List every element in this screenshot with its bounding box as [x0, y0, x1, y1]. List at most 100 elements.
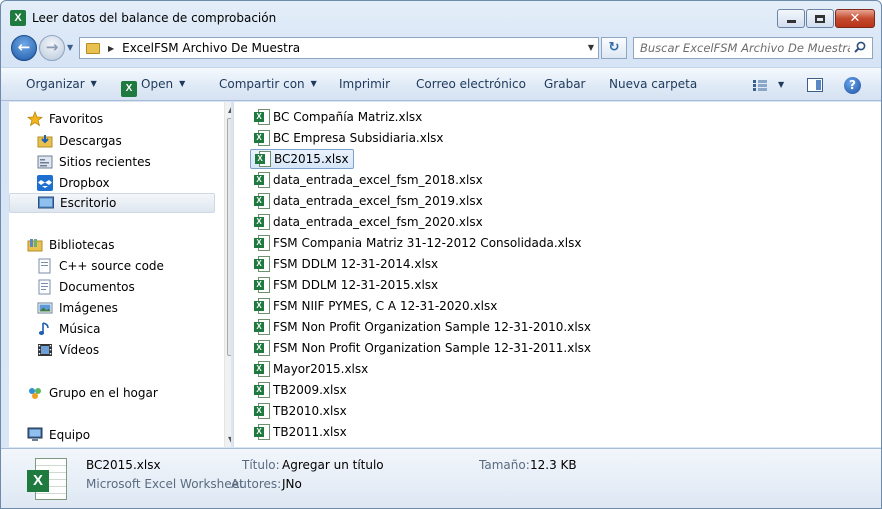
nav-documents[interactable]: Documentos — [37, 277, 231, 297]
details-size-value: 12.3 KB — [530, 458, 577, 472]
share-with-button[interactable]: Compartir con ▼ — [219, 77, 317, 91]
view-options-dropdown-icon[interactable]: ▼ — [778, 80, 784, 89]
nav-images[interactable]: Imágenes — [37, 298, 231, 318]
address-bar[interactable]: ▶ ExcelFSM Archivo De Muestra ▼ — [79, 37, 599, 59]
excel-file-icon: X — [254, 256, 270, 272]
file-name: BC Compañía Matriz.xlsx — [273, 110, 423, 124]
excel-file-icon: X — [254, 130, 270, 146]
nav-recent-places[interactable]: Sitios recientes — [37, 152, 231, 172]
file-item[interactable]: Xdata_entrada_excel_fsm_2018.xlsx — [250, 170, 487, 190]
file-item[interactable]: X Mayor2015.xlsx — [250, 359, 372, 379]
search-icon[interactable] — [854, 41, 866, 53]
refresh-button[interactable]: ↻ — [601, 37, 627, 59]
file-item[interactable]: X FSM Compania Matriz 31-12-2012 Consolid… — [250, 233, 585, 253]
file-item[interactable]: X FSM DDLM 12-31-2015.xlsx — [250, 275, 442, 295]
nav-label: Bibliotecas — [49, 238, 115, 252]
details-authors-label: Autores: — [231, 477, 282, 491]
details-file-name: BC2015.xlsx — [86, 458, 161, 472]
print-button[interactable]: Imprimir — [339, 77, 390, 91]
file-item[interactable]: X BC Empresa Subsidiaria.xlsx — [250, 128, 448, 148]
file-item[interactable]: X FSM DDLM 12-31-2014.xlsx — [250, 254, 442, 274]
file-name: Mayor2015.xlsx — [273, 362, 369, 376]
organize-button[interactable]: Organizar ▼ — [26, 77, 97, 91]
title-bar: X Leer datos del balance de comprobación… — [1, 1, 881, 33]
nav-label: Imágenes — [59, 301, 118, 315]
new-folder-button[interactable]: Nueva carpeta — [609, 77, 697, 91]
nav-downloads[interactable]: Descargas — [37, 131, 231, 151]
file-item[interactable]: X FSM Non Profit Organization Sample 12-3… — [250, 317, 595, 337]
nav-label: Grupo en el hogar — [49, 386, 158, 400]
back-button[interactable]: ← — [11, 35, 37, 61]
file-name: TB2011.xlsx — [273, 425, 347, 439]
nav-label: Vídeos — [59, 343, 100, 357]
burn-button[interactable]: Grabar — [544, 77, 586, 91]
maximize-button[interactable] — [806, 9, 834, 28]
scroll-up-icon[interactable]: ▲ — [228, 105, 231, 114]
nav-label: Dropbox — [59, 176, 110, 190]
nav-homegroup[interactable]: Grupo en el hogar — [27, 383, 231, 403]
breadcrumb-arrow-icon[interactable]: ▶ — [108, 44, 114, 53]
email-button[interactable]: Correo electrónico — [416, 77, 526, 91]
file-item[interactable]: X FSM Non Profit Organization Sample 12-3… — [250, 338, 595, 358]
minimize-button[interactable] — [777, 9, 805, 28]
address-dropdown-icon[interactable]: ▼ — [588, 43, 594, 52]
nav-desktop[interactable]: Escritorio — [9, 193, 215, 213]
recent-pages-button[interactable]: ▼ — [67, 43, 73, 52]
nav-dropbox[interactable]: Dropbox — [37, 173, 231, 193]
nav-scrollbar[interactable]: ▲ ▼ — [224, 102, 231, 447]
excel-file-icon: X — [254, 193, 270, 209]
details-title-label: Título: — [242, 458, 280, 472]
file-item[interactable]: X BC Compañía Matriz.xlsx — [250, 107, 426, 127]
documents-icon — [37, 279, 53, 295]
file-item[interactable]: X TB2009.xlsx — [250, 380, 351, 400]
file-name: BC Empresa Subsidiaria.xlsx — [273, 131, 444, 145]
nav-label: Escritorio — [60, 196, 117, 210]
details-authors-value[interactable]: JNo — [282, 477, 302, 491]
preview-pane-icon[interactable] — [807, 78, 823, 92]
file-name: data_entrada_excel_fsm_2018.xlsx — [273, 173, 483, 187]
command-bar: Organizar ▼ X Open ▼ Compartir con ▼ Imprimi… — [1, 67, 881, 101]
details-size-label: Tamaño: — [479, 458, 530, 472]
help-icon[interactable]: ? — [844, 77, 861, 94]
forward-button[interactable]: → — [39, 35, 65, 61]
excel-file-icon: X — [254, 277, 270, 293]
search-box[interactable] — [633, 37, 873, 59]
nav-libraries[interactable]: Bibliotecas — [27, 235, 231, 255]
file-item[interactable]: X TB2011.xlsx — [250, 422, 351, 442]
nav-computer[interactable]: Equipo — [27, 425, 231, 445]
file-name: TB2009.xlsx — [273, 383, 347, 397]
folder-icon — [86, 42, 100, 54]
nav-scrollbar-thumb[interactable] — [227, 118, 231, 356]
file-name: FSM Compania Matriz 31-12-2012 Consolida… — [273, 236, 582, 250]
search-input[interactable] — [640, 40, 850, 56]
file-item[interactable]: X BC2015.xlsx — [250, 149, 354, 169]
file-name: FSM Non Profit Organization Sample 12-31… — [273, 341, 592, 355]
close-button[interactable]: ✕ — [835, 9, 875, 28]
open-button[interactable]: X Open ▼ — [121, 77, 185, 97]
details-title-value[interactable]: Agregar un título — [282, 458, 384, 472]
excel-file-large-icon: X — [25, 458, 69, 502]
homegroup-icon — [27, 385, 43, 401]
details-pane: X BC2015.xlsx Microsoft Excel Worksheet … — [1, 448, 881, 508]
change-view-icon[interactable] — [753, 80, 767, 91]
file-item[interactable]: X FSM NIIF PYMES, C A 12-31-2020.xlsx — [250, 296, 501, 316]
file-item[interactable]: Xdata_entrada_excel_fsm_2019.xlsx — [250, 191, 487, 211]
file-name: data_entrada_excel_fsm_2020.xlsx — [273, 215, 483, 229]
nav-music[interactable]: Música — [37, 319, 231, 339]
file-item[interactable]: X TB2010.xlsx — [250, 401, 351, 421]
file-name: FSM DDLM 12-31-2014.xlsx — [273, 257, 439, 271]
recent-places-icon — [37, 154, 53, 170]
share-label: Compartir con — [219, 77, 305, 91]
file-item[interactable]: Xdata_entrada_excel_fsm_2020.xlsx — [250, 212, 487, 232]
nav-videos[interactable]: Vídeos — [37, 340, 231, 360]
breadcrumb-folder[interactable]: ExcelFSM Archivo De Muestra — [122, 41, 300, 55]
open-label: Open — [141, 77, 174, 91]
nav-label: Descargas — [59, 134, 122, 148]
nav-cpp-source-code[interactable]: C++ source code — [37, 256, 231, 276]
music-icon — [37, 321, 53, 337]
videos-icon — [37, 342, 53, 358]
nav-favorites[interactable]: Favoritos — [26, 109, 231, 129]
file-name: FSM NIIF PYMES, C A 12-31-2020.xlsx — [273, 299, 498, 313]
excel-file-icon: X — [254, 382, 270, 398]
scroll-down-icon[interactable]: ▼ — [228, 435, 231, 444]
